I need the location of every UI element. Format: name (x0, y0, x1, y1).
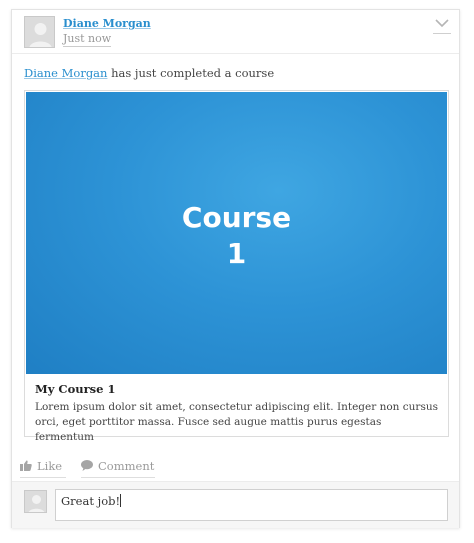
comment-input-value: Great job! (61, 494, 121, 508)
activity-author-link[interactable]: Diane Morgan (24, 66, 107, 80)
post-actions: Like Comment (12, 451, 459, 481)
course-title[interactable]: My Course 1 (35, 382, 115, 396)
post-timestamp[interactable]: Just now (63, 32, 112, 47)
avatar-placeholder-icon (25, 17, 54, 47)
speech-bubble-icon (81, 460, 93, 471)
comment-input[interactable]: Great job! (55, 489, 448, 521)
like-label: Like (37, 458, 63, 473)
thumbs-up-icon (20, 460, 32, 471)
chevron-down-icon (435, 19, 449, 28)
comment-label: Comment (98, 458, 155, 473)
course-image-title: Course 1 (26, 200, 447, 272)
course-description: Lorem ipsum dolor sit amet, consectetur … (35, 401, 438, 443)
comment-composer: Great job! (12, 481, 459, 528)
post-options-button[interactable] (433, 16, 451, 34)
commenter-avatar (24, 490, 47, 513)
activity-text: Diane Morgan has just completed a course (24, 66, 274, 80)
author-avatar[interactable] (24, 16, 55, 48)
like-button[interactable]: Like (20, 454, 66, 478)
course-image-title-line2: 1 (226, 237, 247, 270)
avatar-placeholder-icon (25, 491, 46, 512)
author-name-link[interactable]: Diane Morgan (63, 17, 151, 30)
activity-description: has just completed a course (111, 66, 275, 80)
course-image-title-line1: Course (181, 201, 292, 234)
text-caret (120, 494, 122, 507)
course-image[interactable]: Course 1 (26, 92, 447, 374)
comment-button[interactable]: Comment (81, 454, 155, 478)
activity-card: Diane Morgan Just now Diane Morgan has j… (11, 9, 460, 528)
course-card[interactable]: Course 1 My Course 1 Lorem ipsum dolor s… (24, 90, 449, 443)
post-header: Diane Morgan Just now (12, 10, 459, 54)
